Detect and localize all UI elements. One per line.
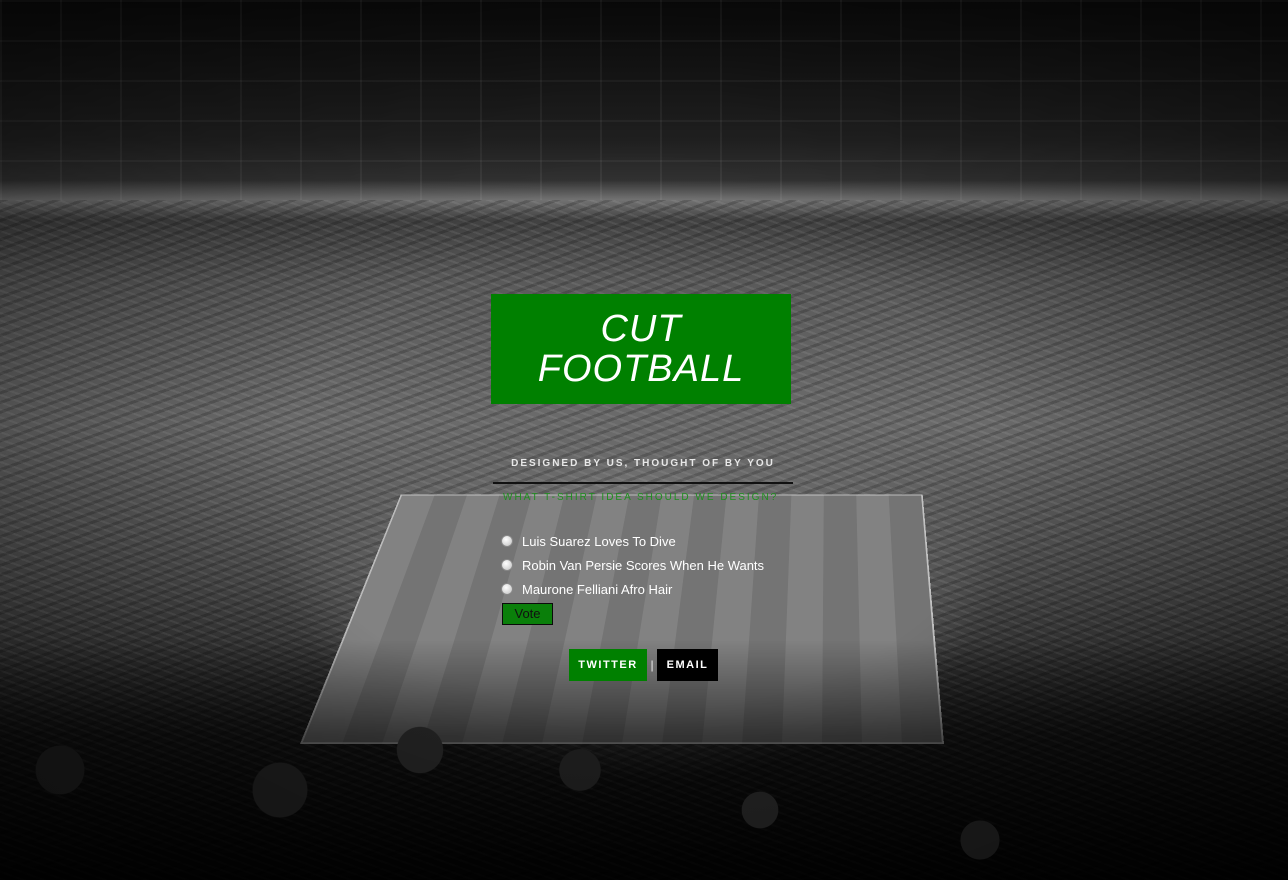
logo-line-1: CUT [600,308,682,350]
vote-button[interactable]: Vote [502,603,553,625]
poll-option-label: Maurone Felliani Afro Hair [522,581,673,597]
poll-option[interactable]: Luis Suarez Loves To Dive [501,529,764,553]
logo-line-2: FOOTBALL [537,348,745,390]
site-logo[interactable]: CUT FOOTBALL [491,294,791,404]
poll-option-label: Robin Van Persie Scores When He Wants [522,557,765,573]
poll-option-label: Luis Suarez Loves To Dive [522,533,676,549]
poll-option[interactable]: Maurone Felliani Afro Hair [501,577,764,601]
share-separator: | [650,658,654,672]
radio-button[interactable] [501,559,513,571]
stadium-background [0,0,1288,880]
poll-question: WHAT T-SHIRT IDEA SHOULD WE DESIGN? [503,492,779,503]
vignette-overlay [0,0,1288,880]
email-button[interactable]: EMAIL [657,649,718,681]
radio-button[interactable] [501,535,513,547]
poll-options: Luis Suarez Loves To Dive Robin Van Pers… [501,529,764,601]
radio-button[interactable] [501,583,513,595]
twitter-button[interactable]: TWITTER [569,649,647,681]
share-links: TWITTER | EMAIL [569,649,718,681]
poll-option[interactable]: Robin Van Persie Scores When He Wants [501,553,764,577]
tagline: DESIGNED BY US, THOUGHT OF BY YOU [493,452,793,484]
